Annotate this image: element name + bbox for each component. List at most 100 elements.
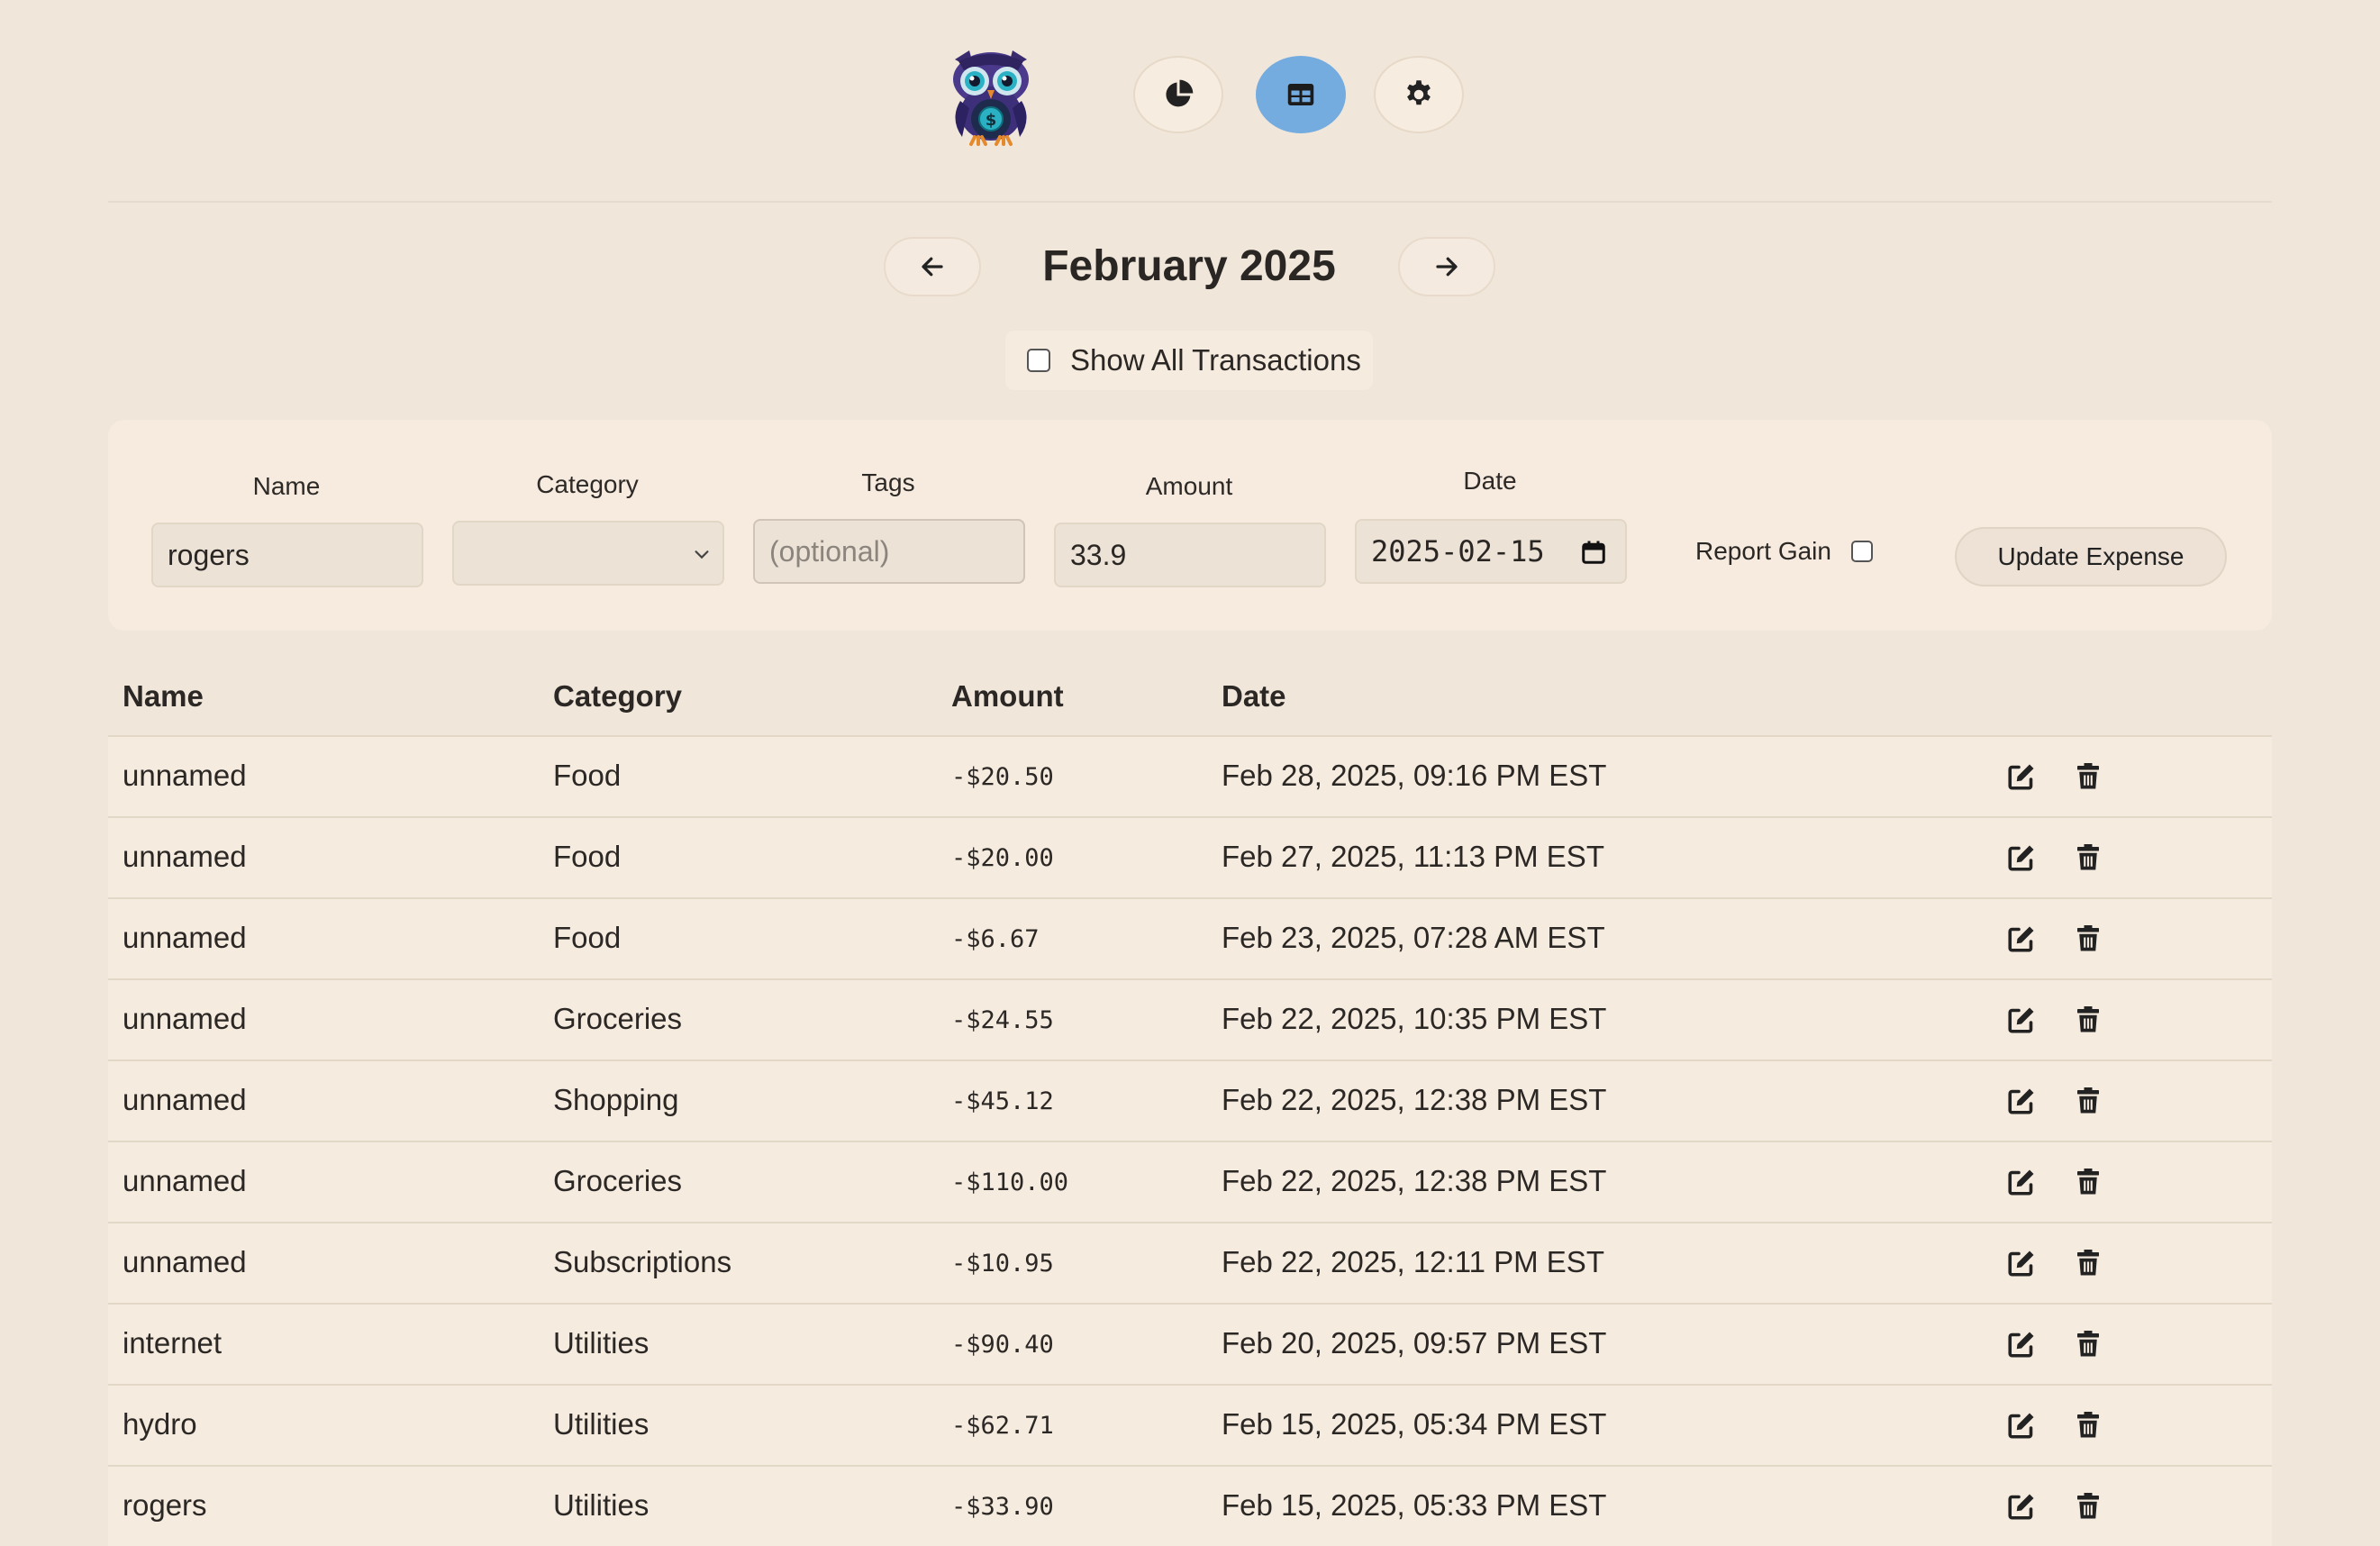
edit-icon[interactable] [2005, 760, 2038, 793]
row-name: internet [123, 1326, 223, 1360]
row-date: Feb 27, 2025, 11:13 PM EST [1222, 840, 1604, 873]
date-label: Date [1463, 467, 1517, 495]
tags-input-placeholder: (optional) [769, 534, 890, 568]
show-all-label: Show All Transactions [1070, 343, 1361, 377]
row-date: Feb 22, 2025, 10:35 PM EST [1222, 1002, 1607, 1035]
row-name: unnamed [123, 921, 247, 954]
row-category: Groceries [553, 1164, 683, 1197]
tags-input[interactable]: (optional) [753, 519, 1025, 584]
header-amount: Amount [951, 679, 1064, 713]
row-amount: -$45.12 [951, 1087, 1054, 1115]
row-amount: -$90.40 [951, 1331, 1054, 1359]
date-input[interactable]: 2025-02-15 [1355, 519, 1627, 584]
table-row: unnamed Food -$20.00 Feb 27, 2025, 11:13… [108, 816, 2272, 897]
table-row: unnamed Groceries -$24.55 Feb 22, 2025, … [108, 978, 2272, 1059]
pie-chart-icon [1166, 79, 1194, 107]
date-input-value: 2025-02-15 [1371, 534, 1545, 568]
row-date: Feb 15, 2025, 05:33 PM EST [1222, 1488, 1607, 1522]
header-divider [108, 201, 2272, 203]
transactions-nav-button[interactable] [1256, 56, 1346, 133]
category-label: Category [536, 470, 639, 498]
row-name: unnamed [123, 1245, 247, 1278]
edit-icon[interactable] [2005, 923, 2038, 955]
table-icon [1287, 84, 1314, 105]
trash-icon[interactable] [2072, 1247, 2104, 1279]
edit-icon[interactable] [2005, 1085, 2038, 1117]
amount-input-value: 33.9 [1070, 538, 1127, 571]
edit-icon[interactable] [2005, 1166, 2038, 1198]
header-category: Category [553, 679, 683, 713]
row-category: Groceries [553, 1002, 683, 1035]
row-name: unnamed [123, 1002, 247, 1035]
settings-nav-button[interactable] [1374, 56, 1464, 133]
month-title: February 2025 [1042, 242, 1336, 290]
trash-icon[interactable] [2072, 1085, 2104, 1117]
name-input-value: rogers [168, 538, 250, 571]
row-date: Feb 22, 2025, 12:38 PM EST [1222, 1164, 1607, 1197]
row-name: rogers [123, 1488, 207, 1522]
trash-icon[interactable] [2072, 1166, 2104, 1198]
next-month-button[interactable] [1398, 237, 1495, 296]
row-amount: -$10.95 [951, 1250, 1054, 1278]
trash-icon[interactable] [2072, 1409, 2104, 1441]
report-gain-label: Report Gain [1695, 537, 1831, 565]
top-nav-bar: $ [0, 0, 2380, 202]
row-name: unnamed [123, 1164, 247, 1197]
row-category: Food [553, 921, 622, 954]
row-category: Food [553, 840, 622, 873]
arrow-left-icon [922, 257, 943, 277]
table-row: unnamed Subscriptions -$10.95 Feb 22, 20… [108, 1222, 2272, 1303]
dashboard-nav-button[interactable] [1133, 56, 1223, 133]
edit-icon[interactable] [2005, 1328, 2038, 1360]
row-amount: -$6.67 [951, 925, 1040, 953]
edit-icon[interactable] [2005, 1004, 2038, 1036]
arrow-right-icon [1436, 257, 1458, 277]
row-category: Utilities [553, 1407, 650, 1441]
row-date: Feb 22, 2025, 12:11 PM EST [1222, 1245, 1604, 1278]
row-amount: -$24.55 [951, 1006, 1054, 1034]
tags-label: Tags [861, 468, 915, 496]
row-name: hydro [123, 1407, 197, 1441]
row-category: Shopping [553, 1083, 679, 1116]
table-body: unnamed Food -$20.50 Feb 28, 2025, 09:16… [108, 735, 2272, 1546]
table-row: unnamed Groceries -$110.00 Feb 22, 2025,… [108, 1141, 2272, 1222]
trash-icon[interactable] [2072, 1004, 2104, 1036]
edit-icon[interactable] [2005, 1247, 2038, 1279]
trash-icon[interactable] [2072, 1490, 2104, 1523]
row-category: Utilities [553, 1326, 650, 1360]
chevron-down-icon [695, 550, 709, 559]
row-amount: -$62.71 [951, 1412, 1054, 1440]
row-name: unnamed [123, 840, 247, 873]
trash-icon[interactable] [2072, 841, 2104, 874]
trash-icon[interactable] [2072, 1328, 2104, 1360]
show-all-transactions-toggle[interactable]: Show All Transactions [1005, 331, 1373, 390]
amount-input[interactable]: 33.9 [1054, 523, 1326, 587]
table-row: unnamed Food -$20.50 Feb 28, 2025, 09:16… [108, 735, 2272, 816]
row-name: unnamed [123, 1083, 247, 1116]
trash-icon[interactable] [2072, 923, 2104, 955]
edit-icon[interactable] [2005, 841, 2038, 874]
category-select[interactable] [452, 521, 724, 586]
row-name: unnamed [123, 759, 247, 792]
previous-month-button[interactable] [884, 237, 981, 296]
report-gain-toggle[interactable]: Report Gain [1695, 537, 1873, 566]
update-expense-button[interactable]: Update Expense [1955, 527, 2227, 587]
row-category: Subscriptions [553, 1245, 732, 1278]
show-all-checkbox[interactable] [1027, 349, 1050, 372]
row-category: Utilities [553, 1488, 650, 1522]
row-date: Feb 22, 2025, 12:38 PM EST [1222, 1083, 1607, 1116]
edit-icon[interactable] [2005, 1490, 2038, 1523]
name-label: Name [252, 472, 321, 500]
table-row: internet Utilities -$90.40 Feb 20, 2025,… [108, 1303, 2272, 1384]
name-input[interactable]: rogers [151, 523, 423, 587]
row-amount: -$33.90 [951, 1493, 1054, 1521]
edit-icon[interactable] [2005, 1409, 2038, 1441]
owl-logo-icon: $ [939, 43, 1043, 148]
calendar-icon[interactable] [1580, 539, 1607, 566]
report-gain-checkbox[interactable] [1850, 541, 1873, 562]
row-category: Food [553, 759, 622, 792]
row-date: Feb 28, 2025, 09:16 PM EST [1222, 759, 1607, 792]
trash-icon[interactable] [2072, 760, 2104, 793]
transactions-table: Name Category Amount Date unnamed Food -… [108, 667, 2272, 1546]
row-date: Feb 15, 2025, 05:34 PM EST [1222, 1407, 1607, 1441]
